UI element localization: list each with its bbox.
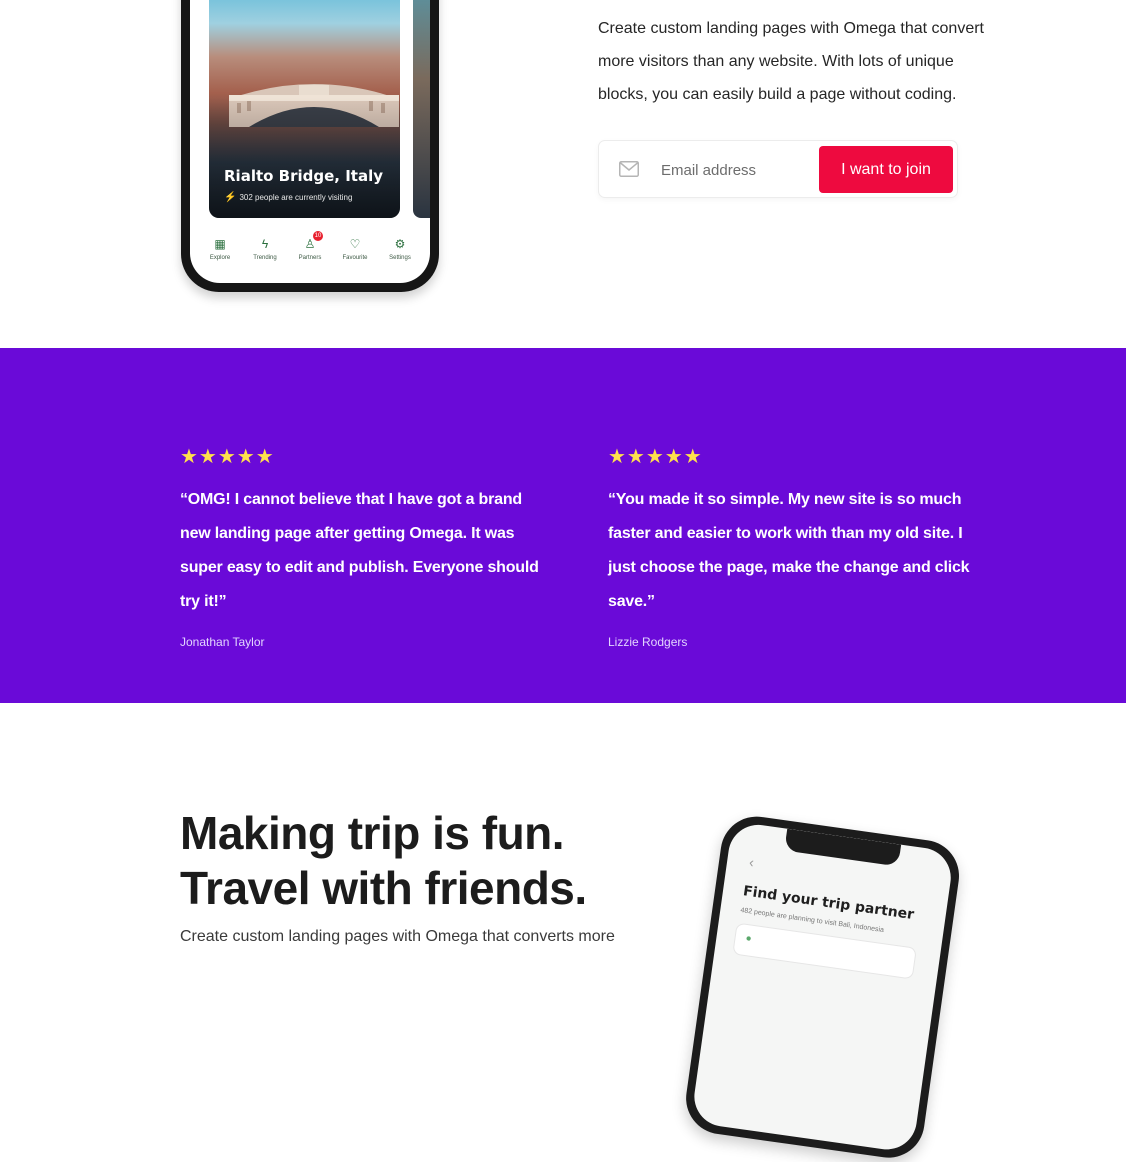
phone-screen: Rialto Bridge, Italy ⚡ 302 people are cur… — [190, 0, 430, 283]
tab-settings[interactable]: ⚙ Settings — [378, 237, 422, 273]
users-icon: ♙ — [304, 237, 316, 251]
destination-card[interactable]: Rialto Bridge, Italy ⚡ 302 people are cur… — [209, 0, 400, 218]
tab-label: Settings — [389, 255, 411, 261]
bolt-icon: ϟ — [261, 237, 269, 251]
testimonial-card: ★★★★★ “OMG! I cannot believe that I have… — [180, 446, 555, 649]
phone-mockup-bottom: ‹ Find your trip partner 482 people are … — [681, 812, 964, 1162]
tab-explore[interactable]: ▦ Explore — [198, 237, 242, 273]
phone-tab-bar: ▦ Explore ϟ Trending ♙ 10 Partners ♡ Fav… — [198, 231, 422, 273]
section-body-text: Create custom landing pages with Omega t… — [180, 928, 615, 945]
phone-mockup-top: Rialto Bridge, Italy ⚡ 302 people are cur… — [181, 0, 439, 292]
email-input[interactable] — [659, 157, 813, 183]
testimonial-quote: “OMG! I cannot believe that I have got a… — [180, 491, 539, 610]
testimonial-card: ★★★★★ “You made it so simple. My new sit… — [608, 446, 983, 649]
join-button[interactable]: I want to join — [819, 146, 953, 193]
tab-label: Trending — [253, 255, 277, 261]
search-field[interactable]: ● — [732, 922, 917, 980]
tab-label: Partners — [298, 255, 322, 261]
intro-text: Create custom landing pages with Omega t… — [598, 20, 984, 103]
bolt-icon: ⚡ — [224, 192, 237, 203]
tab-partners[interactable]: ♙ 10 Partners — [288, 231, 332, 273]
star-rating-icon: ★★★★★ — [608, 446, 703, 468]
signup-form: I want to join — [598, 140, 958, 198]
notification-badge: 10 — [313, 231, 323, 241]
phone-screen: ‹ Find your trip partner 482 people are … — [690, 821, 955, 1154]
headline-line-1: Making trip is fun. — [180, 807, 565, 859]
card-subtitle: ⚡ 302 people are currently visiting — [224, 192, 352, 203]
phone-notch — [784, 828, 902, 867]
section-headline: Making trip is fun. Travel with friends. — [180, 806, 587, 916]
star-rating-icon: ★★★★★ — [180, 446, 275, 468]
testimonials-section: ★★★★★ “OMG! I cannot believe that I have… — [0, 348, 1126, 703]
testimonial-author: Jonathan Taylor — [180, 635, 265, 649]
building-icon: ▦ — [214, 237, 226, 251]
tab-trending[interactable]: ϟ Trending — [243, 237, 287, 273]
testimonial-quote: “You made it so simple. My new site is s… — [608, 491, 970, 610]
tab-favourite[interactable]: ♡ Favourite — [333, 237, 377, 273]
tab-label: Favourite — [342, 255, 368, 261]
mail-icon — [619, 161, 639, 177]
chevron-left-icon[interactable]: ‹ — [748, 854, 755, 870]
gear-icon: ⚙ — [394, 237, 406, 251]
testimonial-author: Lizzie Rodgers — [608, 635, 688, 649]
next-destination-card[interactable] — [413, 0, 430, 218]
tab-label: Explore — [209, 255, 231, 261]
headline-line-2: Travel with friends. — [180, 862, 587, 914]
card-title: Rialto Bridge, Italy — [224, 167, 383, 185]
heart-icon: ♡ — [349, 237, 361, 251]
visitors-text: 302 people are currently visiting — [239, 193, 353, 202]
